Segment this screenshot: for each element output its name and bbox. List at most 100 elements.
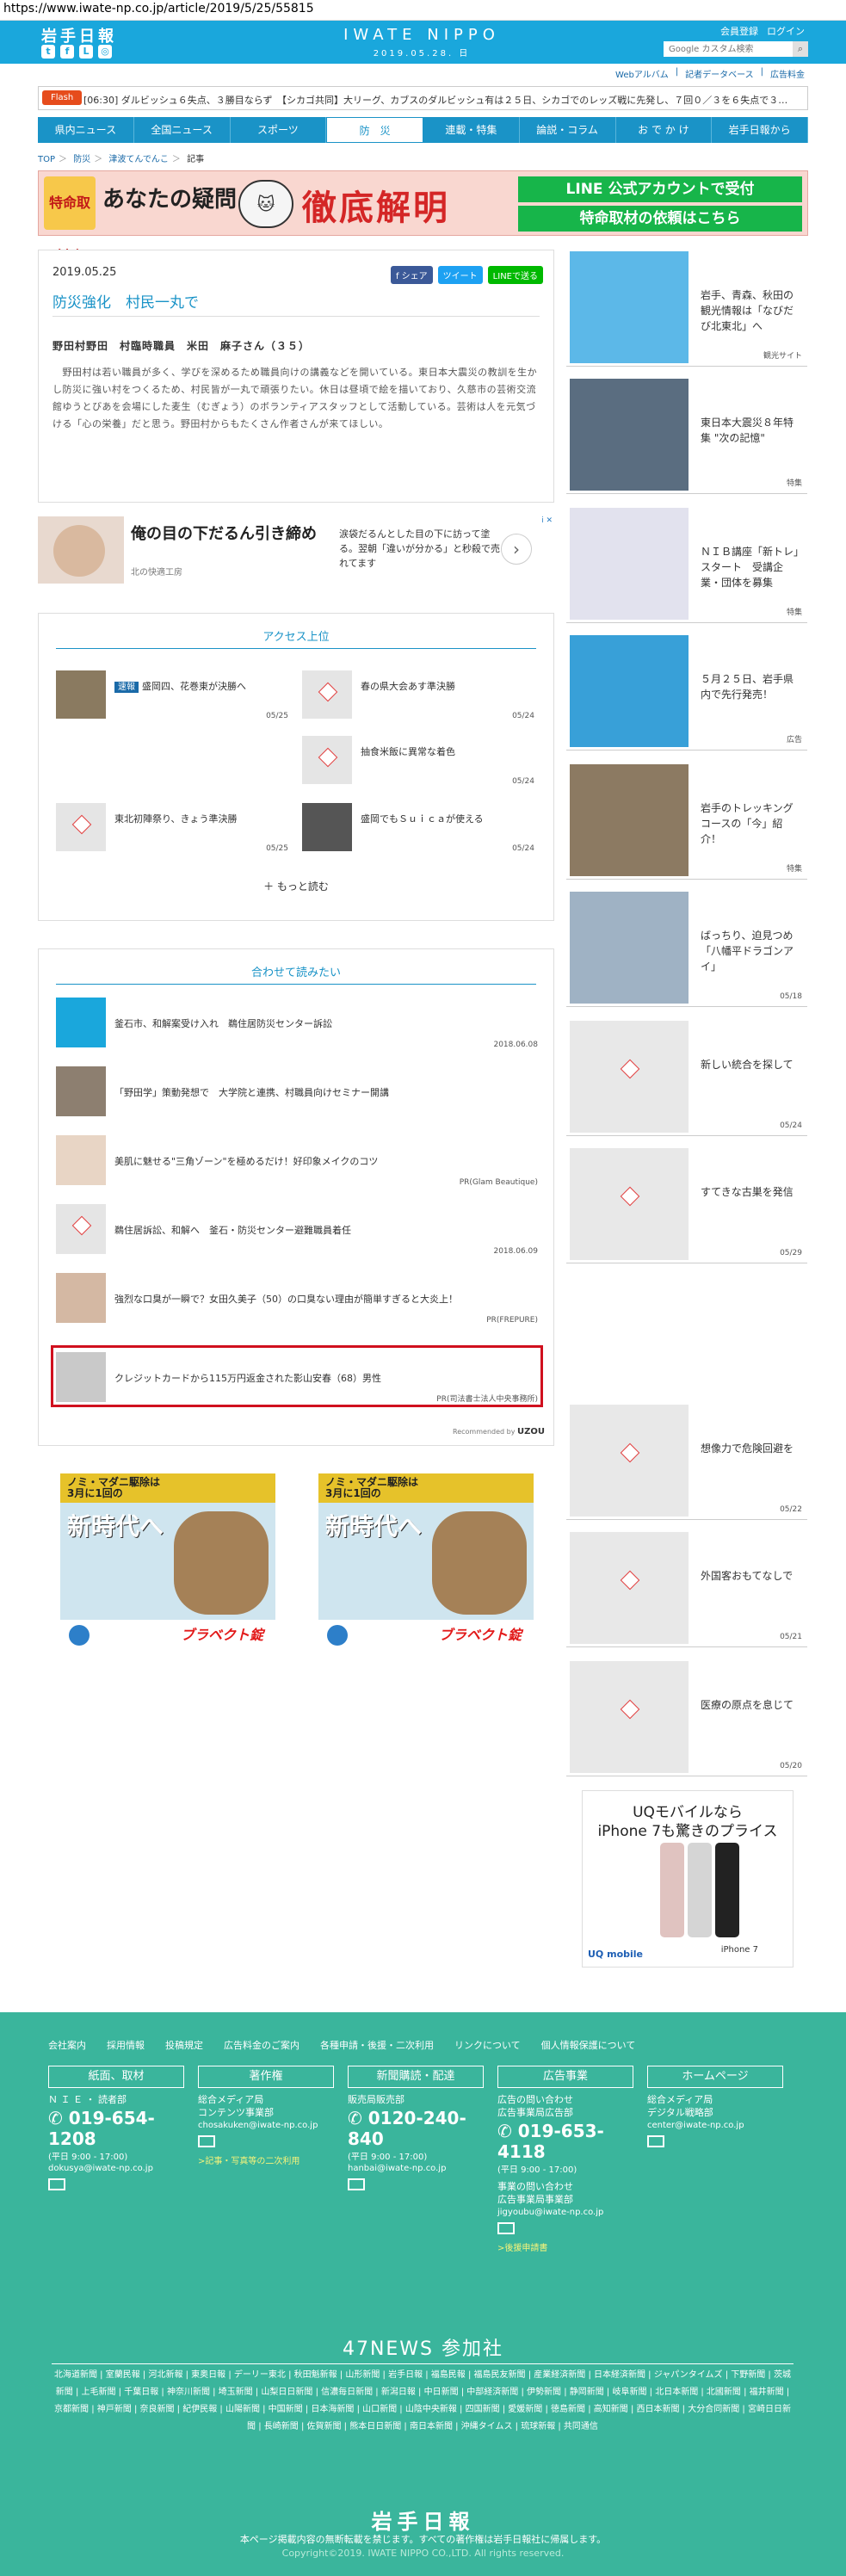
banner-request-button[interactable]: 特命取材の依頼はこちら: [518, 206, 802, 232]
ranking-item[interactable]: 速報 盛岡四、花巻東が決勝へ 05/25: [56, 670, 288, 720]
ranking-item[interactable]: 東北初陣祭り、きょう準決勝 05/25: [56, 803, 288, 853]
recommended-item[interactable]: 釜石市、和解案受け入れ 鵜住居防災センター訴訟 2018.06.08: [56, 998, 538, 1053]
article-date: 2019.05.25: [52, 266, 117, 279]
tokumei-banner[interactable]: 特命取材班 あなたの疑問 🐱 徹底解明 LINE 公式アカウントで受付 特命取材…: [38, 170, 808, 264]
ranking-thumbnail: [302, 803, 352, 851]
recommended-thumbnail: [56, 1066, 106, 1116]
divider: [52, 316, 540, 317]
banner-line-button[interactable]: LINE 公式アカウントで受付: [518, 176, 802, 202]
sidebar-item[interactable]: ばっちり、迫見つめ「八幡平ドラゴンアイ」 05/18: [566, 888, 807, 1007]
recommended-item[interactable]: 「野田学」策動発想で 大学院と連携、村職員向けセミナー開講: [56, 1066, 538, 1121]
mail-icon[interactable]: [348, 2178, 365, 2190]
brand-block[interactable]: IWATE NIPPO 2019.05.28. 日: [336, 26, 508, 59]
sidebar-item[interactable]: すてきな古巣を発信 05/29: [566, 1145, 807, 1263]
nav-tab-local-news[interactable]: 県内ニュース: [38, 117, 134, 143]
footer-link-recruit[interactable]: 採用情報: [107, 2038, 145, 2052]
breadcrumb-top[interactable]: TOP: [38, 155, 55, 164]
mail-icon[interactable]: [198, 2135, 215, 2147]
uq-mobile-ad[interactable]: UQモバイルなら iPhone 7も驚きのプライス UQ mobile iPho…: [582, 1790, 794, 1968]
47news-member-list[interactable]: 北海道新聞 | 室蘭民報 | 河北新報 | 東奥日報 | デーリー東北 | 秋田…: [52, 2367, 794, 2436]
sidebar-thumbnail: [570, 892, 689, 1004]
footer-contact-subscription: 新聞購読・配達 販売局販売部 ✆ 0120-240-840 (平日 9:00 -…: [348, 2066, 484, 2193]
social-links: t f L ◎: [41, 45, 112, 59]
nav-tab-from-iwate-nippo[interactable]: 岩手日報から: [712, 117, 808, 143]
sidebar-item[interactable]: 外国客おもてなしで 05/21: [566, 1529, 807, 1647]
address-bar[interactable]: https://www.iwate-np.co.jp/article/2019/…: [0, 0, 846, 21]
footer-contact-homepage: ホームページ 総合メディア局 デジタル戦略部 center@iwate-np.c…: [647, 2066, 783, 2150]
nav-tab-series[interactable]: 連載・特集: [423, 117, 520, 143]
ranking-item[interactable]: 盛岡でもＳｕｉｃａが使える 05/24: [302, 803, 534, 853]
ad-headline: 俺の目の下だるん引き締め: [131, 525, 317, 543]
sidebar-item[interactable]: 岩手のトレッキングコースの「今」紹介！ 特集: [566, 761, 807, 880]
ranking-thumbnail: [302, 670, 352, 719]
flash-news-ticker[interactable]: Flash [06:30] ダルビッシュ６失点、３勝目ならず 【シカゴ共同】大リ…: [38, 86, 808, 110]
facebook-icon[interactable]: f: [60, 45, 74, 59]
footer-link-submission[interactable]: 投稿規定: [165, 2038, 203, 2052]
uq-logo: UQ mobile: [588, 1949, 644, 1960]
phone-image: [688, 1843, 712, 1937]
banner-tag: 特命取材班: [44, 176, 96, 264]
nav-tab-outings[interactable]: お で か け: [616, 117, 713, 143]
copyright-notice: 本ページ掲載内容の無断転載を禁じます。すべての著作権は岩手日報社に帰属します。: [239, 2534, 607, 2545]
sidebar-item[interactable]: 想像力で危険回避を 05/22: [566, 1401, 807, 1520]
read-more-button[interactable]: ＋ もっと読む: [39, 879, 553, 893]
subnav-link-ad-rates[interactable]: 広告料金: [770, 67, 805, 80]
subnav-link-album[interactable]: Webアルバム: [615, 67, 669, 80]
footer-link-ad-rates[interactable]: 広告料金のご案内: [224, 2038, 299, 2052]
facebook-share-button[interactable]: f シェア: [390, 266, 433, 284]
nav-tab-disaster-prevention[interactable]: 防 災: [326, 117, 423, 143]
instagram-icon[interactable]: ◎: [98, 45, 112, 59]
site-logo[interactable]: 岩手日報: [41, 24, 117, 46]
mail-icon[interactable]: [48, 2178, 65, 2190]
member-register-link[interactable]: 会員登録: [720, 24, 758, 38]
subnav-link-database[interactable]: 記者データベース: [685, 67, 754, 80]
recommended-by[interactable]: Recommended by UZOU: [453, 1427, 545, 1436]
chevron-right-icon[interactable]: ›: [501, 534, 532, 565]
footer-link-applications[interactable]: 各種申請・後援・二次利用: [320, 2038, 434, 2052]
nav-tab-editorials[interactable]: 論説・コラム: [520, 117, 616, 143]
sidebar-item[interactable]: 新しい統合を探して 05/24: [566, 1017, 807, 1136]
nav-tab-sports[interactable]: スポーツ: [231, 117, 327, 143]
footer-link-privacy[interactable]: 個人情報保護について: [541, 2038, 636, 2052]
sidebar-thumbnail: [570, 764, 689, 876]
sidebar-item[interactable]: ５月２５日、岩手県内で先行発売！ 広告: [566, 632, 807, 751]
login-link[interactable]: ログイン: [767, 24, 805, 38]
breadcrumb-tsunami[interactable]: 津波てんでんこ: [108, 155, 169, 164]
ranking-item[interactable]: 春の県大会あす準決勝 05/24: [302, 670, 534, 720]
sub-navigation: Webアルバム | 記者データベース | 広告料金: [615, 67, 805, 80]
recommended-item[interactable]: 美肌に魅せる"三角ゾーン"を極めるだけ！好印象メイクのコツ PR(Glam Be…: [56, 1135, 538, 1190]
recommended-item[interactable]: 強烈な口臭が一瞬で？女田久美子（50）の口臭ない理由が簡単すぎると大炎上！ PR…: [56, 1273, 538, 1328]
footer-link-company[interactable]: 会社案内: [48, 2038, 86, 2052]
mail-icon[interactable]: [647, 2135, 664, 2147]
footer-logo[interactable]: 岩手日報: [0, 2505, 846, 2535]
twitter-icon[interactable]: t: [41, 45, 55, 59]
flash-text[interactable]: [06:30] ダルビッシュ６失点、３勝目ならず 【シカゴ共同】大リーグ、カブス…: [83, 93, 787, 107]
sidebar-item[interactable]: ＮＩＢ講座「新トレ」スタート 受講企業・団体を募集 特集: [566, 504, 807, 623]
line-share-button[interactable]: LINEで送る: [487, 266, 543, 284]
mail-icon[interactable]: [497, 2222, 515, 2234]
sidebar-item[interactable]: 岩手、青森、秋田の観光情報は「なびだび北東北」へ 観光サイト: [566, 248, 807, 367]
copyright-line: Copyright©2019. IWATE NIPPO CO.,LTD. All…: [281, 2548, 565, 2559]
nav-tab-national-news[interactable]: 全国ニュース: [134, 117, 231, 143]
search-button[interactable]: ⌕: [793, 41, 808, 57]
footer-link-links[interactable]: リンクについて: [454, 2038, 521, 2052]
native-ad-eye-cream[interactable]: 俺の目の下だるん引き締め 北の快適工房 涙袋だるんとした目の下に訪って塗る。翌朝…: [38, 516, 554, 584]
search-input[interactable]: [664, 41, 793, 57]
highlight-box: [51, 1345, 543, 1407]
ad-choices-icon[interactable]: i ✕: [541, 516, 553, 525]
bravecto-ad-left[interactable]: ノミ・マダニ駆除は 3月に1回の 新時代へ ブラベクト錠: [60, 1473, 275, 1651]
banner-headline: 徹底解明: [302, 188, 450, 228]
footer-contact-copyright: 著作権 総合メディア局 コンテンツ事業部 chosakuken@iwate-np…: [198, 2066, 334, 2166]
line-icon[interactable]: L: [79, 45, 93, 59]
footer-contact-editorial: 紙面、取材 Ｎ Ｉ Ｅ ・ 読者部 ✆ 019-654-1208 (平日 9:0…: [48, 2066, 184, 2193]
twitter-share-button[interactable]: ツイート: [437, 266, 483, 284]
bravecto-ad-right[interactable]: ノミ・マダニ駆除は 3月に1回の 新時代へ ブラベクト錠: [318, 1473, 534, 1651]
recommended-item[interactable]: 鵜住居訴訟、和解へ 釜石・防災センター避難職員着任 2018.06.09: [56, 1204, 538, 1259]
breadcrumb-bousai[interactable]: 防災: [73, 155, 90, 164]
sidebar-item[interactable]: 東日本大震災８年特集 "次の記憶" 特集: [566, 375, 807, 494]
ranking-title: アクセス上位: [262, 631, 330, 644]
article-body: 野田村は若い職員が多く、学びを深めるため職員向けの講義などを開いている。東日本大…: [52, 367, 538, 429]
sidebar-item[interactable]: 医療の原点を息じて 05/20: [566, 1658, 807, 1776]
ad-image: [38, 516, 124, 584]
ranking-item[interactable]: 抽食米飯に異常な着色 05/24: [302, 736, 534, 786]
